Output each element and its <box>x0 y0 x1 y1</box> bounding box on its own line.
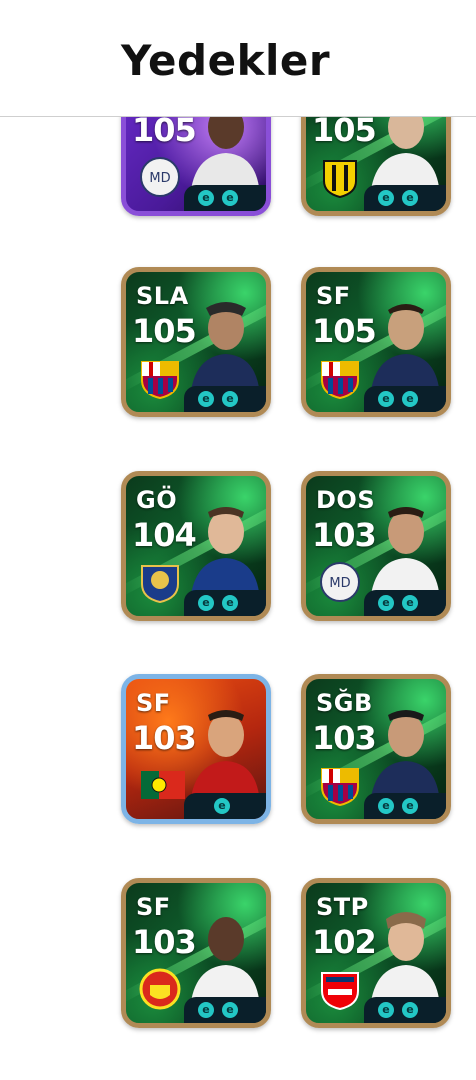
boost-icon: e <box>222 1002 238 1018</box>
crest-white-icon: MD <box>140 157 180 197</box>
boost-bar: e e <box>364 997 446 1023</box>
boost-icon: e <box>222 391 238 407</box>
boost-icon: e <box>214 798 230 814</box>
card-rating: 104 <box>132 516 197 554</box>
boost-icon: e <box>198 190 214 206</box>
boost-icon: e <box>198 391 214 407</box>
card-position: DOS <box>316 486 376 514</box>
card-position: SLA <box>136 282 189 310</box>
player-card[interactable]: GÖ 104 e e <box>121 471 271 621</box>
crest-barcelona-icon <box>141 361 179 400</box>
boost-icon: e <box>402 798 418 814</box>
boost-bar: e e <box>364 386 446 412</box>
player-card[interactable]: STP 102 e e <box>301 878 451 1028</box>
svg-text:MD: MD <box>329 576 350 591</box>
card-rating: 103 <box>312 719 377 757</box>
boost-icon: e <box>378 595 394 611</box>
boost-icon: e <box>402 391 418 407</box>
player-card[interactable]: DOS 103 MD e e <box>301 471 451 621</box>
player-card[interactable]: SĞB 103 e e <box>301 674 451 824</box>
crest-barcelona-icon <box>321 768 359 807</box>
page-header: Yedekler <box>0 0 476 117</box>
card-position: SF <box>136 893 171 921</box>
crest-blue-gold-icon <box>141 565 179 604</box>
boost-bar: e e <box>184 590 266 616</box>
card-position: SF <box>136 689 171 717</box>
player-card[interactable]: SF 103 e e <box>121 878 271 1028</box>
crest-barcelona-icon <box>321 361 359 400</box>
boost-icon: e <box>402 595 418 611</box>
boost-icon: e <box>198 595 214 611</box>
boost-icon: e <box>378 1002 394 1018</box>
card-rating: 103 <box>132 719 197 757</box>
boost-icon: e <box>198 1002 214 1018</box>
card-rating: 105 <box>312 312 377 350</box>
card-rating: 103 <box>132 923 197 961</box>
player-card[interactable]: SF 103 e <box>121 674 271 824</box>
crest-yellow-black-icon <box>323 160 357 199</box>
card-position: SĞB <box>316 689 373 717</box>
boost-bar: e e <box>364 590 446 616</box>
svg-text:MD: MD <box>149 171 170 186</box>
crest-manchester-united-icon <box>139 968 181 1010</box>
boost-icon: e <box>378 798 394 814</box>
card-rating: 102 <box>312 923 377 961</box>
boost-icon: e <box>378 391 394 407</box>
crest-white-icon: MD <box>320 562 360 602</box>
card-position: GÖ <box>136 486 178 514</box>
crest-arsenal-icon <box>321 972 359 1011</box>
player-card[interactable]: SF 105 e e <box>301 267 451 417</box>
boost-icon: e <box>402 1002 418 1018</box>
boost-bar: e <box>184 793 266 819</box>
boost-icon: e <box>222 190 238 206</box>
boost-bar: e e <box>364 185 446 211</box>
card-rating: 105 <box>132 312 197 350</box>
flag-portugal-icon <box>141 771 185 799</box>
boost-icon: e <box>378 190 394 206</box>
card-position: SF <box>316 282 351 310</box>
boost-icon: e <box>222 595 238 611</box>
boost-bar: e e <box>184 185 266 211</box>
boost-bar: e e <box>364 793 446 819</box>
boost-icon: e <box>402 190 418 206</box>
card-rating: 103 <box>312 516 377 554</box>
player-grid: 105 MD e e 105 e e SLA 105 e e SF 105 e … <box>0 0 476 1080</box>
player-card[interactable]: SLA 105 e e <box>121 267 271 417</box>
card-position: STP <box>316 893 369 921</box>
page-title: Yedekler <box>121 36 331 85</box>
boost-bar: e e <box>184 997 266 1023</box>
boost-bar: e e <box>184 386 266 412</box>
